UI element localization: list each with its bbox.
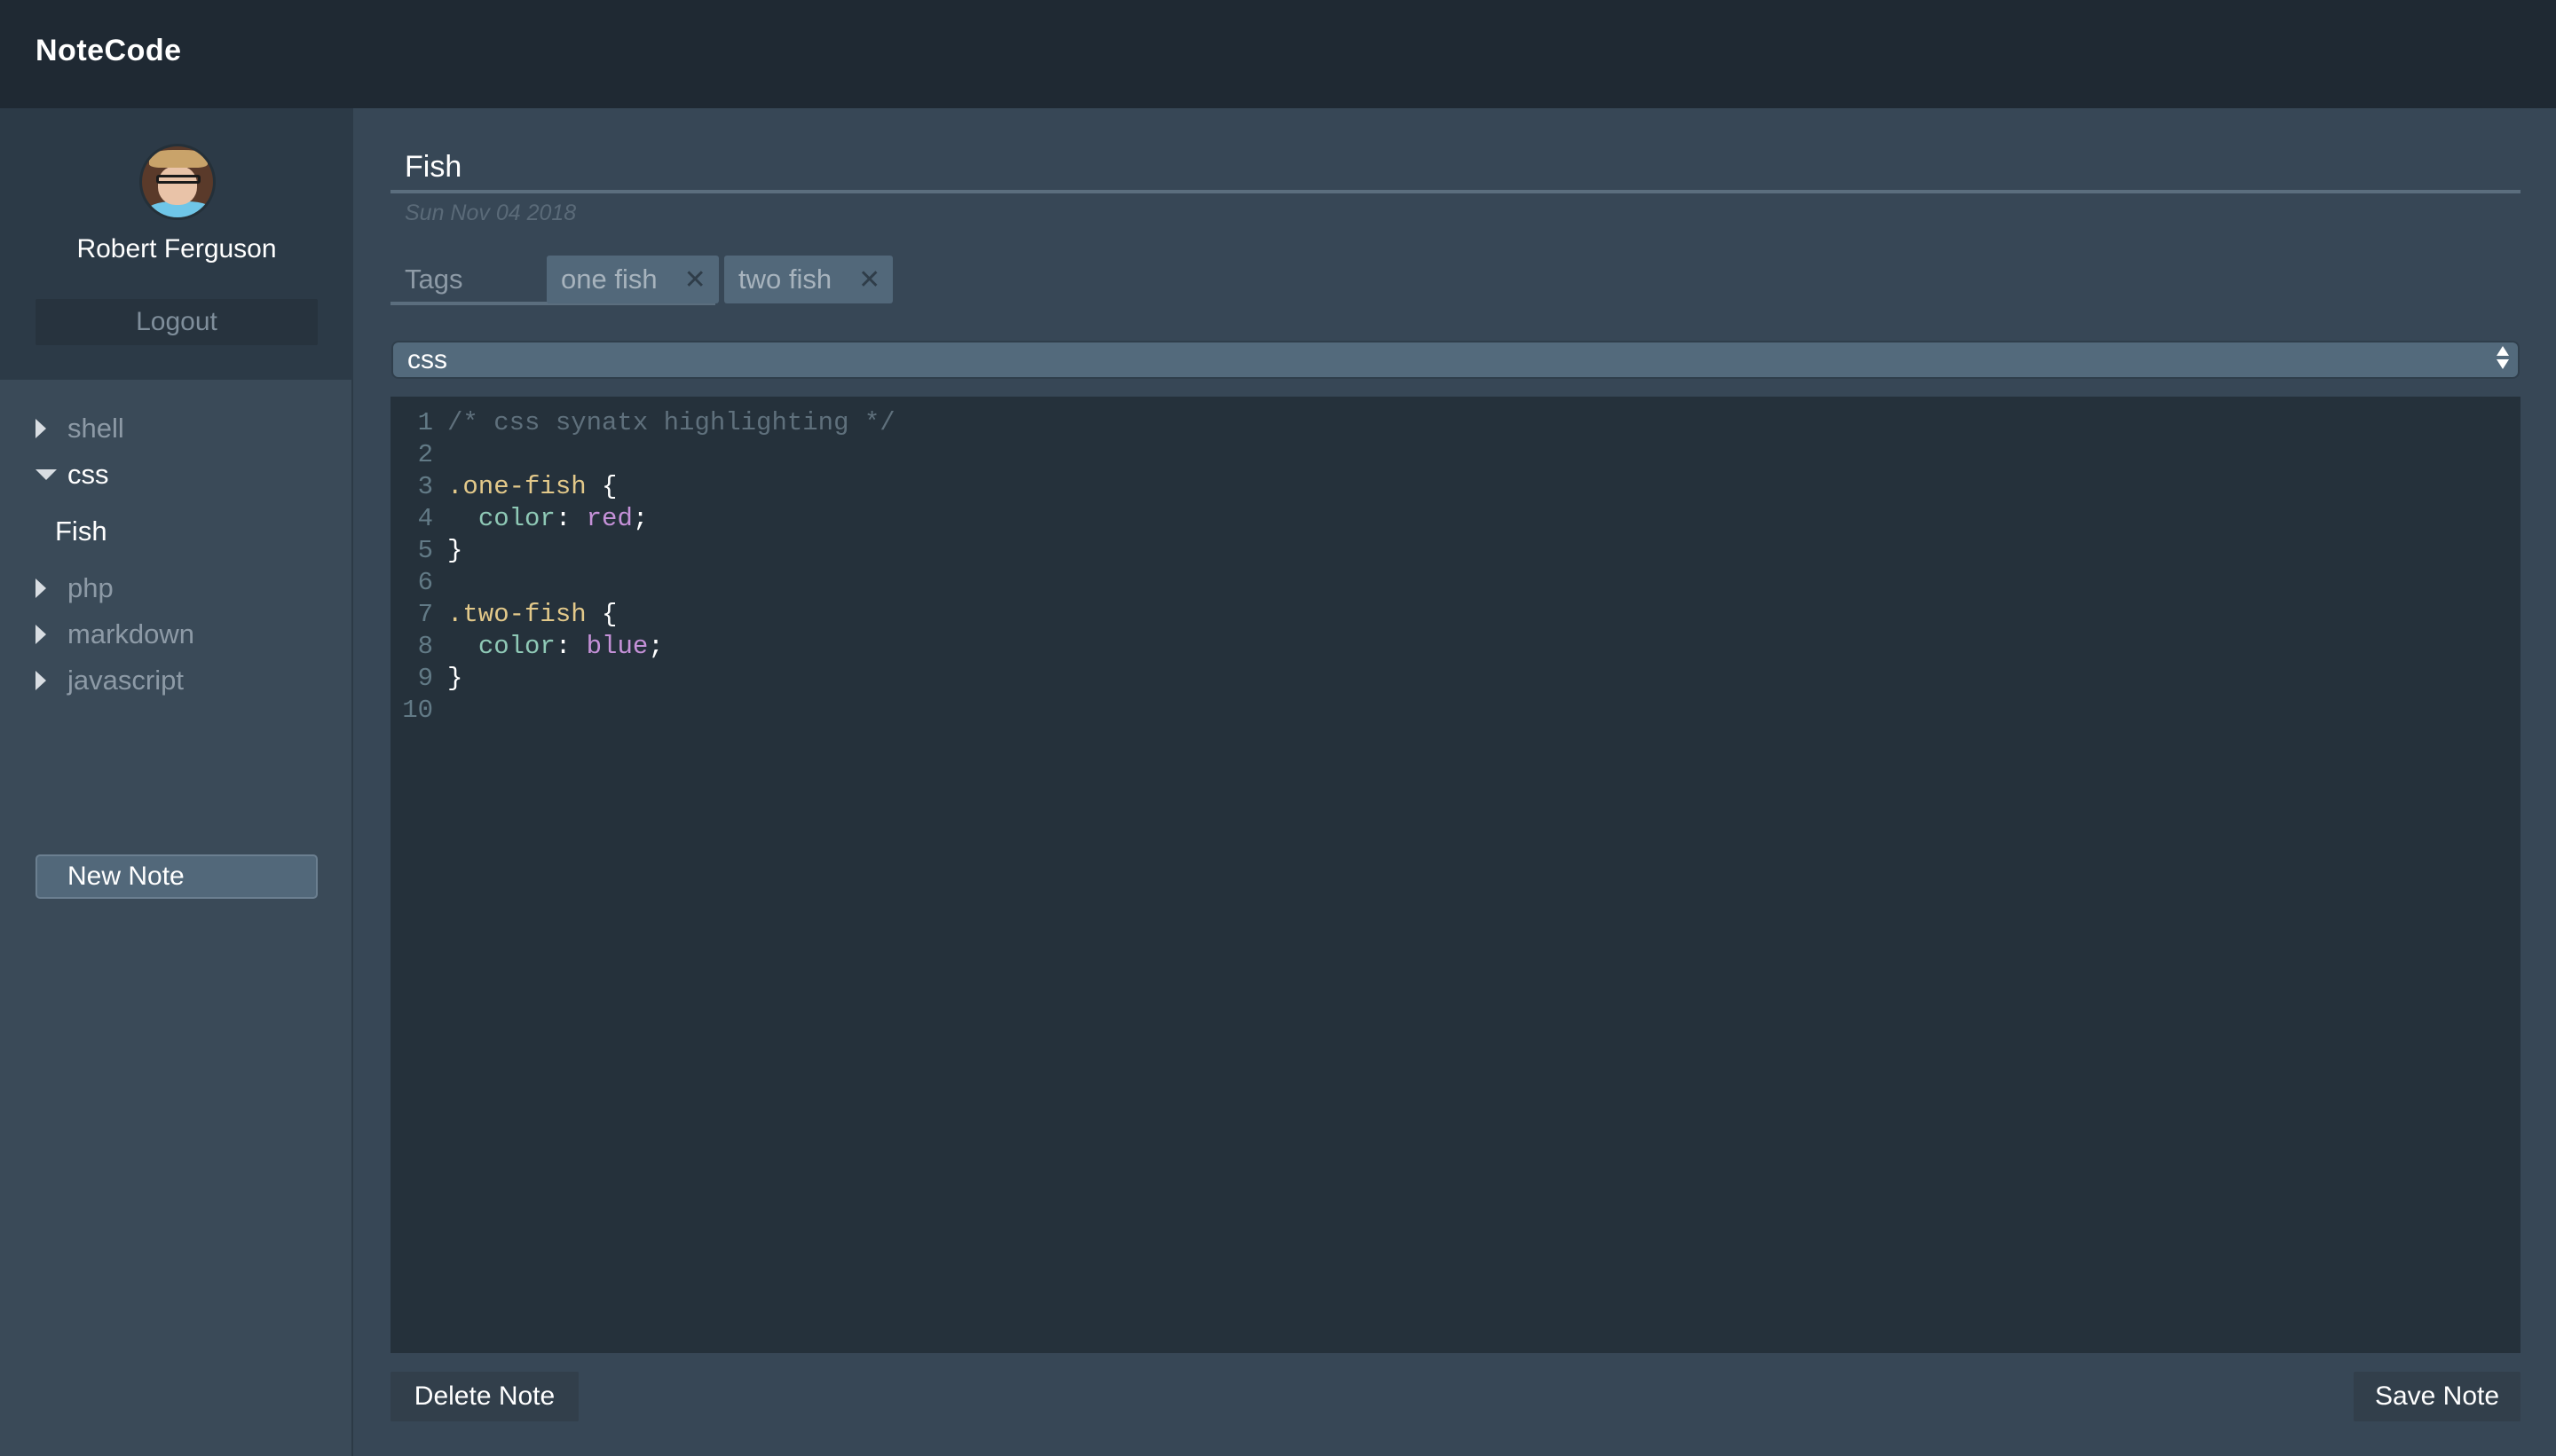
category-label: css (67, 459, 109, 490)
caret-down-icon[interactable] (36, 469, 57, 480)
line-number: 9 (417, 664, 433, 693)
token-punc: { (586, 472, 618, 501)
line-number: 7 (417, 600, 433, 629)
note-editor-panel: Sun Nov 04 2018 + one fish ✕ two fish ✕ … (355, 108, 2556, 1456)
category-markdown[interactable]: markdown (0, 611, 353, 657)
line-number: 4 (417, 504, 433, 533)
token-punc: ; (632, 504, 649, 533)
code-line[interactable]: 9} (390, 663, 2520, 695)
token-punc: : (555, 504, 587, 533)
token-punc: } (447, 664, 463, 693)
delete-note-button[interactable]: Delete Note (390, 1372, 579, 1421)
save-note-button[interactable]: Save Note (2354, 1372, 2520, 1421)
line-number: 10 (402, 696, 433, 725)
code-text: } (435, 535, 462, 567)
category-php[interactable]: php (0, 565, 353, 611)
category-label: shell (67, 413, 124, 444)
code-text: .two-fish { (435, 599, 617, 631)
token-value: blue (586, 632, 649, 661)
code-text: /* css synatx highlighting */ (435, 407, 895, 439)
token-value: red (586, 504, 633, 533)
token-prop: color (477, 632, 556, 661)
line-number: 5 (417, 536, 433, 565)
code-line[interactable]: 4 color: red; (390, 503, 2520, 535)
token-prop: color (477, 504, 556, 533)
caret-right-icon[interactable] (36, 578, 46, 598)
category-javascript[interactable]: javascript (0, 657, 353, 704)
code-line[interactable]: 7 .two-fish { (390, 599, 2520, 631)
caret-right-icon[interactable] (36, 625, 46, 644)
note-date: Sun Nov 04 2018 (405, 201, 577, 225)
caret-right-icon[interactable] (36, 671, 46, 690)
code-text: .one-fish { (435, 471, 617, 503)
line-number: 6 (417, 568, 433, 597)
app-title: NoteCode (36, 34, 182, 67)
caret-right-icon[interactable] (36, 419, 46, 438)
token-punc: } (447, 536, 463, 565)
tag-chip: one fish ✕ (547, 256, 719, 303)
note-label: Fish (55, 516, 107, 547)
code-line[interactable]: 10 (390, 695, 2520, 727)
note-title-input[interactable] (390, 144, 2520, 193)
code-line[interactable]: 3 .one-fish { (390, 471, 2520, 503)
close-icon[interactable]: ✕ (684, 264, 706, 295)
code-line[interactable]: 5} (390, 535, 2520, 567)
token-punc (447, 632, 478, 661)
token-punc: ; (648, 632, 664, 661)
token-comment: /* css synatx highlighting */ (447, 408, 895, 437)
token-punc: { (586, 600, 618, 629)
tag-label: one fish (561, 264, 658, 295)
line-number: 8 (417, 632, 433, 661)
tag-label: two fish (738, 264, 832, 295)
token-selector: .one-fish (447, 472, 587, 501)
token-punc (447, 504, 478, 533)
language-select[interactable]: css (391, 341, 2520, 379)
code-text: color: blue; (435, 631, 664, 663)
line-number: 3 (417, 472, 433, 501)
token-punc: : (555, 632, 587, 661)
category-label: php (67, 572, 114, 603)
code-text: color: red; (435, 503, 648, 535)
category-tree: shell css Fish php markdown javascript (0, 405, 353, 704)
close-icon[interactable]: ✕ (858, 264, 880, 295)
app-header: NoteCode (0, 0, 2556, 108)
code-text: } (435, 663, 462, 695)
token-selector: .two-fish (447, 600, 587, 629)
code-line[interactable]: 1 /* css synatx highlighting */ (390, 407, 2520, 439)
code-editor[interactable]: 1/* css synatx highlighting */2 3 .one-fis… (390, 397, 2520, 1353)
sidebar: Robert Ferguson Logout shell css Fish ph… (0, 108, 353, 1456)
logout-button[interactable]: Logout (36, 299, 318, 345)
user-name: Robert Ferguson (76, 234, 277, 264)
code-line[interactable]: 2 (390, 439, 2520, 471)
note-item-fish[interactable]: Fish (0, 500, 353, 563)
category-shell[interactable]: shell (0, 405, 353, 452)
category-label: javascript (67, 665, 184, 696)
select-arrows-icon (2497, 346, 2511, 369)
user-profile: Robert Ferguson Logout (0, 108, 353, 380)
language-select-value: css (407, 345, 447, 374)
avatar (139, 144, 216, 220)
line-number: 2 (417, 440, 433, 469)
category-css[interactable]: css (0, 452, 353, 498)
new-note-button[interactable]: New Note (36, 854, 318, 899)
tag-chip: two fish ✕ (724, 256, 894, 303)
line-number: 1 (417, 408, 433, 437)
code-line[interactable]: 6 (390, 567, 2520, 599)
code-line[interactable]: 8 color: blue; (390, 631, 2520, 663)
category-label: markdown (67, 618, 194, 649)
